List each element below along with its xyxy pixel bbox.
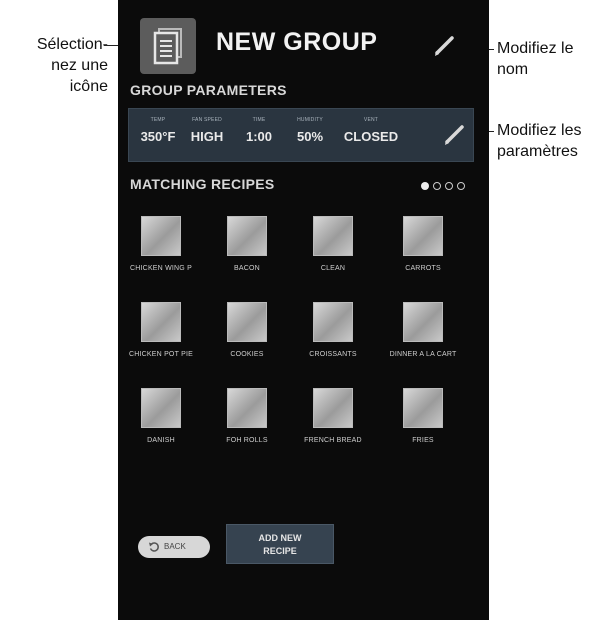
recipe-name: DANISH: [147, 437, 175, 444]
recipe-name: CARROTS: [405, 265, 441, 272]
recipe-image: [313, 216, 353, 256]
annotation-edit-params: Modifiez les paramètres: [497, 120, 607, 162]
recipe-tile[interactable]: FRENCH BREAD: [290, 388, 376, 444]
recipe-name: FRENCH BREAD: [304, 437, 362, 444]
recipe-tile[interactable]: CARROTS: [380, 216, 466, 272]
group-icon-selector[interactable]: [140, 18, 196, 74]
page-title: NEW GROUP: [216, 28, 378, 56]
param-label: FAN SPEED: [192, 117, 222, 123]
recipe-tile[interactable]: BACON: [204, 216, 290, 272]
param-label: TEMP: [150, 117, 166, 123]
recipe-image: [227, 302, 267, 342]
param-value: 1:00: [245, 129, 273, 144]
back-button[interactable]: BACK: [138, 536, 210, 558]
add-recipe-label: ADD NEW: [258, 533, 302, 543]
param-time: TIME 1:00: [239, 117, 279, 144]
annotation-line: nom: [497, 61, 529, 78]
pencil-icon: [445, 125, 464, 145]
edit-name-button[interactable]: [432, 32, 458, 58]
recipe-name: COOKIES: [230, 351, 264, 358]
page-dot-active[interactable]: [421, 182, 429, 190]
annotation-line: paramètres: [497, 143, 578, 160]
recipe-tile[interactable]: CROISSANTS: [290, 302, 376, 358]
recipe-image: [403, 388, 443, 428]
param-value: 350°F: [140, 129, 176, 144]
annotation-edit-name: Modifiez le nom: [497, 38, 607, 80]
recipe-tile[interactable]: COOKIES: [204, 302, 290, 358]
param-humidity: HUMIDITY 50%: [289, 117, 331, 144]
annotation-select-icon: Sélection- nez une icône: [4, 34, 108, 97]
page-indicator[interactable]: [421, 181, 465, 191]
device-screen: NEW GROUP GROUP PARAMETERS TEMP 350°F FA…: [118, 0, 489, 620]
recipe-tile[interactable]: CHICKEN POT PIE: [118, 302, 204, 358]
annotation-line: icône: [69, 78, 108, 95]
recipe-image: [227, 216, 267, 256]
recipe-tile[interactable]: CHICKEN WING P: [118, 216, 204, 272]
annotation-line: nez une: [51, 57, 108, 74]
add-new-recipe-button[interactable]: ADD NEW RECIPE: [226, 524, 334, 564]
recipe-image: [141, 216, 181, 256]
recipe-image: [141, 388, 181, 428]
param-label: TIME: [252, 117, 266, 123]
page-dot[interactable]: [445, 182, 453, 190]
recipe-image: [403, 216, 443, 256]
back-arrow-icon: [149, 542, 159, 552]
recipe-name: CHICKEN POT PIE: [129, 351, 193, 358]
annotation-line: Modifiez les: [497, 122, 582, 139]
recipe-tile[interactable]: FOH ROLLS: [204, 388, 290, 444]
param-value: CLOSED: [343, 129, 399, 144]
matching-recipes-title: MATCHING RECIPES: [130, 176, 275, 192]
recipe-image: [403, 302, 443, 342]
group-parameters-panel[interactable]: TEMP 350°F FAN SPEED HIGH TIME 1:00 HUMI…: [128, 108, 474, 162]
recipe-image: [313, 302, 353, 342]
param-vent: VENT CLOSED: [339, 117, 403, 144]
pencil-icon: [435, 36, 454, 56]
document-icon: [153, 28, 182, 65]
recipe-name: CLEAN: [320, 265, 346, 272]
param-fan-speed: FAN SPEED HIGH: [183, 117, 231, 144]
add-recipe-label: RECIPE: [263, 546, 297, 556]
recipe-tile[interactable]: DINNER A LA CART: [380, 302, 466, 358]
param-temp: TEMP 350°F: [135, 117, 181, 144]
recipe-name: FOH ROLLS: [226, 437, 268, 444]
recipe-tile[interactable]: DANISH: [118, 388, 204, 444]
param-value: 50%: [296, 129, 324, 144]
recipe-name: CHICKEN WING P: [130, 265, 192, 272]
recipe-name: FRIES: [412, 437, 434, 444]
param-label: HUMIDITY: [297, 117, 323, 123]
recipe-name: BACON: [234, 265, 260, 272]
page-dot[interactable]: [433, 182, 441, 190]
back-label: BACK: [164, 542, 186, 551]
recipe-image: [141, 302, 181, 342]
recipe-name: CROISSANTS: [309, 351, 357, 358]
page-dot[interactable]: [457, 182, 465, 190]
recipe-name: DINNER A LA CART: [389, 351, 457, 358]
param-value: HIGH: [190, 129, 224, 144]
group-parameters-title: GROUP PARAMETERS: [130, 82, 287, 98]
recipe-tile[interactable]: CLEAN: [290, 216, 376, 272]
annotation-line: Sélection-: [36, 36, 108, 53]
annotation-line: Modifiez le: [497, 40, 574, 57]
recipe-image: [313, 388, 353, 428]
edit-parameters-button[interactable]: [442, 121, 468, 147]
recipe-image: [227, 388, 267, 428]
recipe-tile[interactable]: FRIES: [380, 388, 466, 444]
param-label: VENT: [363, 117, 379, 123]
